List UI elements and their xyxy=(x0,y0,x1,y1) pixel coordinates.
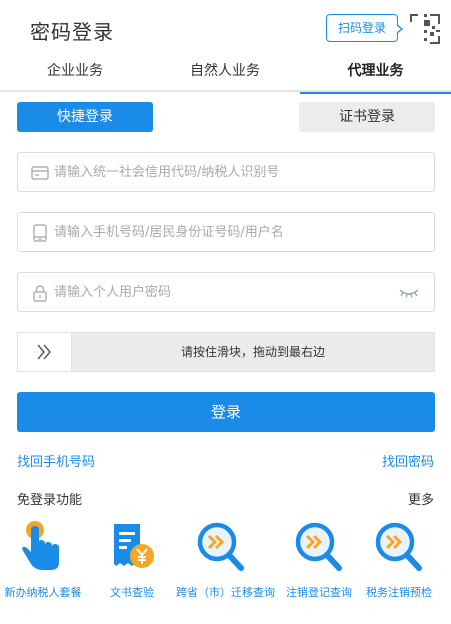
double-chevron-right-icon xyxy=(37,344,51,360)
business-tabs: 企业业务 自然人业务 代理业务 xyxy=(0,58,451,94)
free-item-label: 文书查验 xyxy=(110,586,154,599)
eye-closed-icon[interactable] xyxy=(398,285,420,301)
password-field[interactable] xyxy=(17,272,435,312)
recover-phone-link[interactable]: 找回手机号码 xyxy=(17,451,95,470)
slider-captcha: 请按住滑块，拖动到最右边 xyxy=(17,332,435,372)
free-login-title: 免登录功能 xyxy=(17,493,83,508)
tab-enterprise[interactable]: 企业业务 xyxy=(0,58,150,92)
free-item-label: 跨省（市）迁移查询 xyxy=(176,586,275,599)
phone-field[interactable] xyxy=(17,212,435,252)
free-item-doc-verify[interactable]: 文书查验 xyxy=(87,518,177,600)
active-tab-indicator xyxy=(300,92,451,94)
card-icon xyxy=(31,166,49,180)
credit-code-field[interactable] xyxy=(17,152,435,192)
login-button[interactable]: 登录 xyxy=(17,392,435,432)
tab-agent[interactable]: 代理业务 xyxy=(300,58,451,94)
search-icon xyxy=(375,522,422,571)
free-item-label: 税务注销预检 xyxy=(366,586,432,599)
cert-login-button[interactable]: 证书登录 xyxy=(299,102,435,132)
credit-code-input[interactable] xyxy=(54,153,394,191)
free-item-new-taxpayer[interactable]: 新办纳税人套餐 xyxy=(0,518,88,600)
hand-tap-icon xyxy=(22,521,59,570)
tab-individual[interactable]: 自然人业务 xyxy=(150,58,300,92)
lock-icon xyxy=(33,285,47,302)
quick-login-button[interactable]: 快捷登录 xyxy=(17,102,153,132)
phone-icon xyxy=(33,224,47,242)
password-input[interactable] xyxy=(54,273,394,311)
scan-login-button[interactable]: 扫码登录 xyxy=(326,14,403,42)
receipt-yuan-icon xyxy=(114,524,154,568)
free-item-cancel-query[interactable]: 注销登记查询 xyxy=(274,518,364,600)
search-icon xyxy=(197,522,244,571)
header: 密码登录 扫码登录 xyxy=(0,0,451,58)
free-item-migration-query[interactable]: 跨省（市）迁移查询 xyxy=(176,518,275,600)
slider-handle[interactable] xyxy=(18,333,72,371)
tab-agent-label: 代理业务 xyxy=(347,63,404,79)
page-title: 密码登录 xyxy=(30,20,114,44)
search-icon xyxy=(295,522,342,571)
phone-input[interactable] xyxy=(54,213,394,251)
slider-hint: 请按住滑块，拖动到最右边 xyxy=(180,345,325,359)
qr-code-icon[interactable] xyxy=(404,10,444,46)
free-item-label: 新办纳税人套餐 xyxy=(4,586,82,599)
free-item-label: 注销登记查询 xyxy=(286,586,352,599)
more-link[interactable]: 更多 xyxy=(408,489,434,508)
free-item-cancel-precheck[interactable]: 税务注销预检 xyxy=(354,518,444,600)
recover-password-link[interactable]: 找回密码 xyxy=(382,451,434,470)
